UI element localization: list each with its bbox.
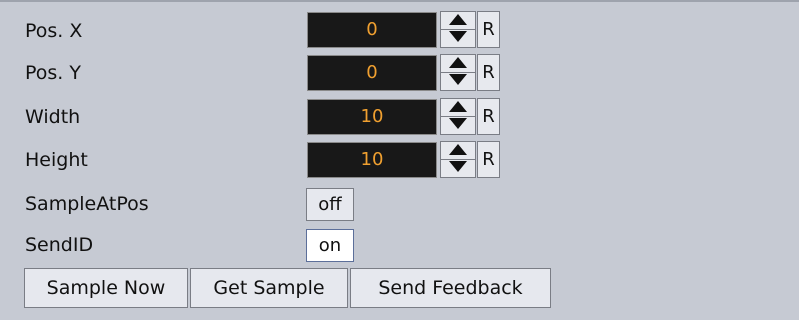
width-input[interactable]: 10 — [307, 99, 437, 135]
send-id-toggle[interactable]: on — [306, 229, 354, 262]
pos-x-input[interactable]: 0 — [307, 12, 437, 48]
pos-y-reset-button[interactable]: R — [477, 54, 500, 91]
triangle-down-icon — [449, 31, 467, 42]
properties-panel: Pos. X 0 R Pos. Y 0 R Width 10 R Height … — [0, 0, 799, 320]
triangle-up-icon — [449, 144, 467, 155]
panel-top-border — [0, 0, 799, 2]
get-sample-button[interactable]: Get Sample — [190, 268, 348, 308]
pos-x-increment[interactable] — [441, 12, 475, 30]
height-label: Height — [25, 149, 88, 171]
triangle-down-icon — [449, 161, 467, 172]
pos-x-spinner[interactable] — [440, 11, 476, 48]
height-increment[interactable] — [441, 142, 475, 160]
triangle-up-icon — [449, 101, 467, 112]
height-decrement[interactable] — [441, 160, 475, 177]
send-id-label: SendID — [25, 234, 94, 256]
triangle-up-icon — [449, 14, 467, 25]
width-spinner[interactable] — [440, 98, 476, 135]
pos-y-spinner[interactable] — [440, 54, 476, 91]
height-reset-button[interactable]: R — [477, 141, 500, 178]
pos-y-label: Pos. Y — [25, 62, 81, 84]
pos-y-input[interactable]: 0 — [307, 55, 437, 91]
triangle-down-icon — [449, 74, 467, 85]
send-feedback-button[interactable]: Send Feedback — [350, 268, 551, 308]
pos-y-decrement[interactable] — [441, 73, 475, 90]
pos-y-increment[interactable] — [441, 55, 475, 73]
height-spinner[interactable] — [440, 141, 476, 178]
sample-now-button[interactable]: Sample Now — [24, 268, 188, 308]
width-reset-button[interactable]: R — [477, 98, 500, 135]
width-decrement[interactable] — [441, 117, 475, 134]
triangle-up-icon — [449, 57, 467, 68]
triangle-down-icon — [449, 118, 467, 129]
sample-at-pos-toggle[interactable]: off — [306, 188, 354, 221]
width-increment[interactable] — [441, 99, 475, 117]
pos-x-label: Pos. X — [25, 20, 83, 42]
pos-x-decrement[interactable] — [441, 30, 475, 47]
sample-at-pos-label: SampleAtPos — [25, 193, 149, 215]
width-label: Width — [25, 106, 81, 128]
pos-x-reset-button[interactable]: R — [477, 11, 500, 48]
height-input[interactable]: 10 — [307, 142, 437, 178]
